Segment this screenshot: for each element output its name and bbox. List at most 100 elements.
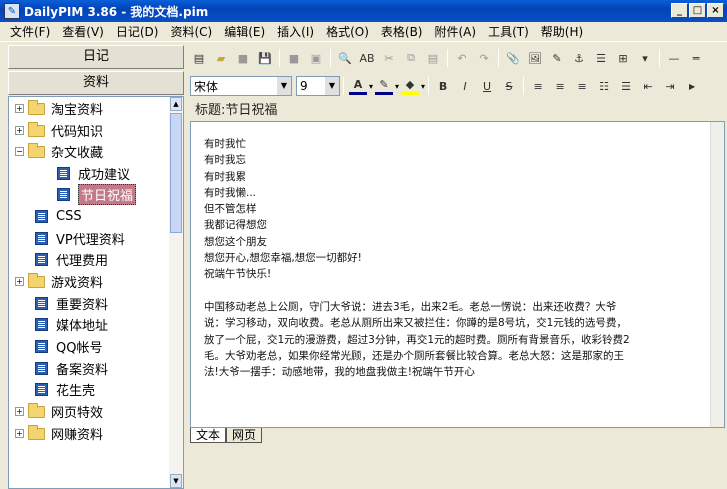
minimize-button[interactable]: _ bbox=[671, 3, 688, 18]
pages-icon[interactable]: ▣ bbox=[307, 49, 325, 67]
folder-icon bbox=[28, 424, 45, 440]
tree-item-media[interactable]: 媒体地址 bbox=[35, 314, 108, 335]
anchor-icon[interactable]: ⚓ bbox=[570, 49, 588, 67]
text-line: 说：学习移动，双向收费。老总从厕所出来又被拦住：你蹲的是8号坑，交1元钱的选号费… bbox=[204, 317, 627, 330]
new-document-icon[interactable]: ▤ bbox=[190, 49, 208, 67]
tree-item-peanut[interactable]: 花生壳 bbox=[35, 379, 95, 400]
expand-icon[interactable]: + bbox=[15, 277, 24, 286]
highlight-icon[interactable]: ✎ bbox=[375, 77, 394, 95]
tree-item-holiday[interactable]: 节日祝福 bbox=[57, 184, 137, 205]
copy-icon[interactable]: ⧉ bbox=[402, 49, 420, 67]
tree-item-code[interactable]: + 代码知识 bbox=[15, 120, 103, 141]
bullets-icon[interactable]: ☷ bbox=[595, 77, 613, 95]
text-line: 但不管怎样 bbox=[204, 203, 257, 216]
menu-view[interactable]: 查看(V) bbox=[56, 23, 110, 40]
menu-table[interactable]: 表格(B) bbox=[375, 23, 429, 40]
tree-item-qq[interactable]: QQ帐号 bbox=[35, 336, 102, 357]
table-icon[interactable]: ⊞ bbox=[614, 49, 632, 67]
tree-item-success[interactable]: 成功建议 bbox=[57, 163, 130, 184]
scroll-up-icon[interactable]: ▲ bbox=[170, 97, 182, 111]
close-button[interactable]: × bbox=[707, 3, 724, 18]
tree-item-css[interactable]: CSS bbox=[35, 206, 82, 227]
menu-help[interactable]: 帮助(H) bbox=[535, 23, 589, 40]
font-select[interactable]: 宋体 ▼ bbox=[190, 76, 292, 96]
menu-format[interactable]: 格式(O) bbox=[320, 23, 375, 40]
cut-icon[interactable]: ✂ bbox=[380, 49, 398, 67]
menu-file[interactable]: 文件(F) bbox=[4, 23, 56, 40]
chevron-down-icon[interactable]: ▼ bbox=[325, 77, 339, 95]
chevron-down-icon[interactable]: ▾ bbox=[421, 82, 425, 91]
document-icon bbox=[35, 340, 48, 353]
menu-data[interactable]: 资料(C) bbox=[164, 23, 218, 40]
data-button[interactable]: 资料 bbox=[8, 71, 184, 95]
tree-item-filing[interactable]: 备案资料 bbox=[35, 358, 108, 379]
chevron-down-icon[interactable]: ▾ bbox=[395, 82, 399, 91]
expand-icon[interactable]: + bbox=[15, 429, 24, 438]
paste-icon[interactable]: ▤ bbox=[424, 49, 442, 67]
folder-tree[interactable]: + 淘宝资料 + 代码知识 − 杂文收藏 成功建议 节日祝福 CSS VP代理资料 代… bbox=[8, 96, 184, 489]
undo-icon[interactable]: ↶ bbox=[453, 49, 471, 67]
align-right-icon[interactable]: ≡ bbox=[573, 77, 591, 95]
text-line: 我都记得想您 bbox=[204, 219, 267, 232]
tree-item-taobao[interactable]: + 淘宝资料 bbox=[15, 98, 103, 119]
tab-text[interactable]: 文本 bbox=[190, 428, 227, 443]
expand-icon[interactable]: + bbox=[15, 407, 24, 416]
image-icon[interactable]: 🖼 bbox=[526, 49, 544, 67]
menu-insert[interactable]: 插入(I) bbox=[271, 23, 320, 40]
replace-icon[interactable]: AB bbox=[358, 49, 376, 67]
save-icon[interactable]: 💾 bbox=[256, 49, 274, 67]
open-folder-icon[interactable]: ▰ bbox=[212, 49, 230, 67]
size-select[interactable]: 9 ▼ bbox=[296, 76, 340, 96]
strikethrough-icon[interactable]: S bbox=[500, 77, 518, 95]
tree-item-essays[interactable]: − 杂文收藏 bbox=[15, 141, 103, 162]
dropdown-icon[interactable]: ▾ bbox=[636, 49, 654, 67]
expand-icon[interactable]: + bbox=[15, 104, 24, 113]
page-icon[interactable]: ■ bbox=[285, 49, 303, 67]
tree-item-earn[interactable]: + 网赚资料 bbox=[15, 423, 103, 444]
bold-icon[interactable]: B bbox=[434, 77, 452, 95]
align-center-icon[interactable]: ≡ bbox=[551, 77, 569, 95]
fill-color-icon[interactable]: ◆ bbox=[401, 77, 420, 95]
scroll-thumb[interactable] bbox=[170, 113, 182, 233]
align-left-icon[interactable]: ≡ bbox=[529, 77, 547, 95]
underline-icon[interactable]: U bbox=[478, 77, 496, 95]
numbering-icon[interactable]: ☰ bbox=[617, 77, 635, 95]
tree-item-agent-fee[interactable]: 代理费用 bbox=[35, 249, 108, 270]
text-editor[interactable]: 有时我忙 有时我忘 有时我累 有时我懒... 但不管怎样 我都记得想您 想您这个… bbox=[190, 121, 725, 428]
edit-image-icon[interactable]: ✎ bbox=[548, 49, 566, 67]
editor-scrollbar[interactable] bbox=[710, 122, 724, 427]
save-disabled-icon[interactable]: ■ bbox=[234, 49, 252, 67]
scroll-down-icon[interactable]: ▼ bbox=[170, 474, 182, 488]
tree-item-games[interactable]: + 游戏资料 bbox=[15, 271, 103, 292]
tree-scrollbar[interactable]: ▲ ▼ bbox=[169, 97, 183, 488]
list-icon[interactable]: ☰ bbox=[592, 49, 610, 67]
tab-web[interactable]: 网页 bbox=[226, 428, 263, 443]
font-color-icon[interactable]: A bbox=[349, 77, 367, 95]
collapse-icon[interactable]: − bbox=[15, 147, 24, 156]
more-icon[interactable]: ▶ bbox=[683, 77, 701, 95]
folder-icon bbox=[28, 99, 45, 115]
double-line-icon[interactable]: ═ bbox=[687, 49, 705, 67]
find-icon[interactable]: 🔍 bbox=[336, 49, 354, 67]
text-line: 祝端午节快乐! bbox=[204, 268, 272, 281]
menu-edit[interactable]: 编辑(E) bbox=[218, 23, 271, 40]
expand-icon[interactable]: + bbox=[15, 126, 24, 135]
indent-icon[interactable]: ⇥ bbox=[661, 77, 679, 95]
redo-icon[interactable]: ↷ bbox=[475, 49, 493, 67]
chevron-down-icon[interactable]: ▼ bbox=[277, 77, 291, 95]
chevron-down-icon[interactable]: ▾ bbox=[369, 82, 373, 91]
outdent-icon[interactable]: ⇤ bbox=[639, 77, 657, 95]
text-line: 中国移动老总上公厕，守门大爷说：进去3毛，出来2毛。老总一愣说：出来还收费？大爷 bbox=[204, 300, 617, 313]
menu-tools[interactable]: 工具(T) bbox=[482, 23, 535, 40]
italic-icon[interactable]: I bbox=[456, 77, 474, 95]
tree-item-effects[interactable]: + 网页特效 bbox=[15, 401, 103, 422]
maximize-button[interactable]: □ bbox=[689, 3, 706, 18]
menu-attachment[interactable]: 附件(A) bbox=[429, 23, 483, 40]
tree-item-important[interactable]: 重要资料 bbox=[35, 293, 108, 314]
note-content[interactable]: 有时我忙 有时我忘 有时我累 有时我懒... 但不管怎样 我都记得想您 想您这个… bbox=[204, 136, 704, 380]
tree-item-vp[interactable]: VP代理资料 bbox=[35, 228, 125, 249]
diary-button[interactable]: 日记 bbox=[8, 45, 184, 69]
line-icon[interactable]: — bbox=[665, 49, 683, 67]
attach-icon[interactable]: 📎 bbox=[504, 49, 522, 67]
menu-diary[interactable]: 日记(D) bbox=[110, 23, 165, 40]
